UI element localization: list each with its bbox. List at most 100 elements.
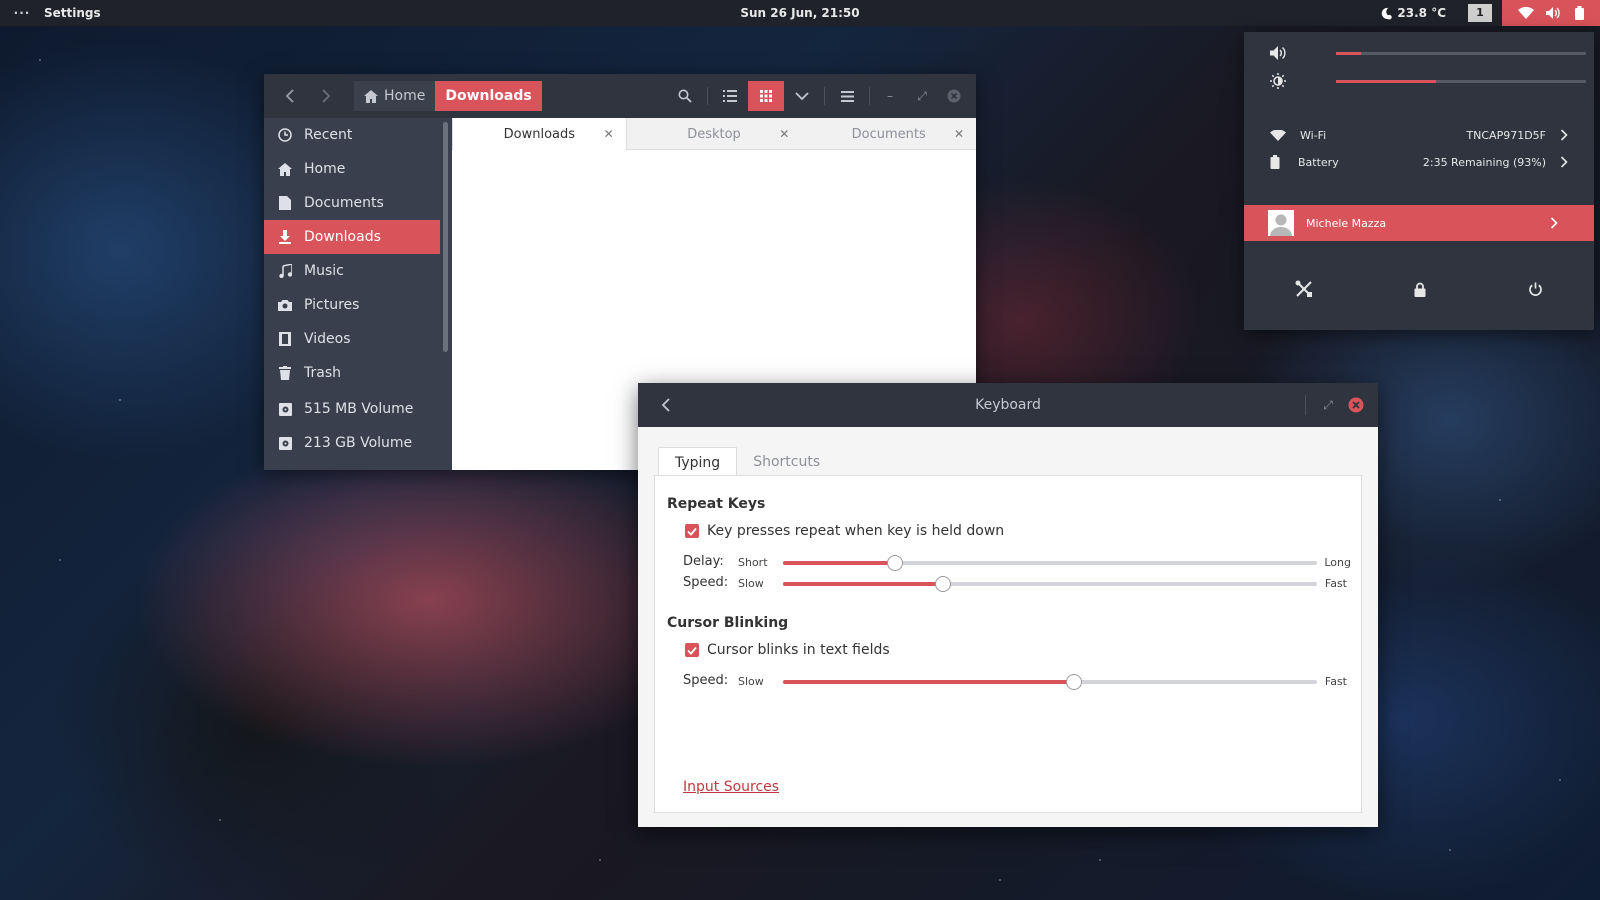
breadcrumb: Home Downloads [354, 81, 542, 111]
back-button[interactable] [652, 391, 680, 419]
sidebar-item-label: Trash [304, 365, 341, 381]
checkmark-icon [687, 527, 697, 536]
sidebar-item-home[interactable]: Home [264, 152, 440, 186]
minimize-icon: – [887, 89, 893, 103]
checkbox-checked[interactable] [685, 524, 699, 538]
chevron-right-icon [322, 89, 331, 103]
tab-downloads[interactable]: Downloads ✕ [452, 118, 627, 150]
tools-icon [1295, 280, 1312, 297]
tab-typing[interactable]: Typing [658, 447, 738, 477]
tab-documents[interactable]: Documents ✕ [801, 118, 976, 150]
checkbox-checked[interactable] [685, 643, 699, 657]
home-icon [278, 162, 292, 176]
power-button[interactable] [1528, 282, 1543, 301]
sidebar-item-label: Music [304, 263, 344, 279]
sidebar-item-label: Documents [304, 195, 384, 211]
grid-view-button[interactable] [748, 81, 784, 111]
repeat-keys-checkbox[interactable]: Key presses repeat when key is held down [685, 523, 1004, 539]
file-manager-headerbar: Home Downloads – ⤢ [264, 74, 976, 118]
breadcrumb-home[interactable]: Home [354, 81, 436, 111]
sidebar-item-music[interactable]: Music [264, 254, 440, 288]
back-button[interactable] [272, 74, 308, 118]
repeat-speed-slider[interactable] [783, 576, 1317, 592]
apps-menu-icon[interactable]: ··· [0, 6, 44, 20]
repeat-speed-slider-row: Speed: Slow Fast [683, 575, 1347, 592]
sidebar-item-515-mb-volume[interactable]: 515 MB Volume [264, 392, 440, 426]
chevron-right-icon [1550, 217, 1558, 229]
sidebar-item-downloads[interactable]: Downloads [264, 220, 440, 254]
delay-slider[interactable] [783, 555, 1317, 571]
clock[interactable]: Sun 26 Jun, 21:50 [0, 6, 1600, 20]
list-view-button[interactable] [712, 81, 748, 111]
view-options-button[interactable] [784, 81, 820, 111]
volume-icon [1546, 7, 1561, 19]
blink-speed-slider[interactable] [783, 674, 1317, 690]
close-button[interactable] [938, 81, 970, 111]
app-menu[interactable]: Settings [44, 6, 101, 20]
brightness-icon [1270, 73, 1286, 89]
volume-slider[interactable] [1336, 51, 1586, 55]
file-manager-toolbar: – ⤢ [667, 81, 976, 111]
film-icon [278, 332, 292, 346]
close-tab-icon[interactable]: ✕ [604, 127, 614, 141]
night-weather-icon [1382, 7, 1393, 20]
hamburger-menu-icon [840, 90, 854, 102]
close-icon [947, 89, 961, 103]
breadcrumb-downloads[interactable]: Downloads [435, 81, 542, 111]
sidebar-item-videos[interactable]: Videos [264, 322, 440, 356]
document-icon [278, 196, 292, 210]
weather-indicator[interactable]: 23.8 °C [1380, 6, 1446, 20]
minimize-button[interactable]: – [874, 81, 906, 111]
top-bar: ··· Settings Sun 26 Jun, 21:50 23.8 °C 1 [0, 0, 1600, 26]
music-icon [278, 264, 292, 278]
maximize-button[interactable]: ⤢ [906, 81, 938, 111]
brightness-slider[interactable] [1336, 79, 1586, 83]
menu-button[interactable] [829, 81, 865, 111]
chevron-right-icon [1560, 129, 1568, 141]
system-actions [1244, 276, 1594, 306]
search-icon [678, 89, 692, 103]
sidebar-item-recent[interactable]: Recent [264, 118, 440, 152]
sidebar-item-label: Recent [304, 127, 353, 143]
wifi-row[interactable]: Wi-Fi TNCAP971D5F [1270, 124, 1570, 146]
tab-shortcuts[interactable]: Shortcuts [737, 447, 836, 477]
sidebar-item-213-gb-volume[interactable]: 213 GB Volume [264, 426, 440, 460]
sidebar-item-trash[interactable]: Trash [264, 356, 440, 390]
slider-knob[interactable] [887, 555, 904, 571]
avatar [1268, 210, 1294, 236]
drive-icon [278, 402, 292, 416]
system-status-area[interactable] [1502, 0, 1600, 26]
section-title: Cursor Blinking [667, 615, 789, 631]
grid-view-icon [760, 90, 772, 102]
battery-icon [1270, 155, 1280, 169]
delay-slider-row: Delay: Short Long [683, 554, 1351, 571]
places-sidebar: Recent Home Documents Downloads Music Picture… [264, 118, 440, 470]
slider-knob[interactable] [1066, 674, 1083, 690]
sidebar-item-label: 213 GB Volume [304, 435, 413, 451]
battery-remaining: 2:35 Remaining (93%) [1422, 155, 1546, 169]
cursor-blink-checkbox[interactable]: Cursor blinks in text fields [685, 642, 890, 658]
sidebar-item-pictures[interactable]: Pictures [264, 288, 440, 322]
sidebar-scrollbar[interactable] [443, 122, 448, 352]
close-tab-icon[interactable]: ✕ [954, 127, 964, 141]
battery-row[interactable]: Battery 2:35 Remaining (93%) [1270, 151, 1570, 173]
close-tab-icon[interactable]: ✕ [779, 127, 789, 141]
slider-knob[interactable] [935, 576, 952, 592]
lock-button[interactable] [1414, 282, 1426, 301]
tab-desktop[interactable]: Desktop ✕ [627, 118, 802, 150]
user-row[interactable]: Michele Mazza [1244, 205, 1594, 241]
workspace-indicator[interactable]: 1 [1468, 4, 1492, 22]
settings-button[interactable] [1295, 280, 1313, 302]
maximize-button[interactable]: ⤢ [1314, 391, 1342, 419]
sidebar-item-label: Pictures [304, 297, 360, 313]
checkmark-icon [687, 646, 697, 655]
input-sources-link[interactable]: Input Sources [683, 779, 779, 795]
keyboard-headerbar: Keyboard ⤢ [638, 383, 1378, 427]
forward-button[interactable] [308, 74, 344, 118]
clock-icon [278, 128, 292, 142]
sidebar-item-label: Downloads [304, 229, 381, 245]
close-button[interactable] [1342, 391, 1370, 419]
search-button[interactable] [667, 81, 703, 111]
sidebar-item-documents[interactable]: Documents [264, 186, 440, 220]
window-title: Keyboard [975, 397, 1041, 413]
